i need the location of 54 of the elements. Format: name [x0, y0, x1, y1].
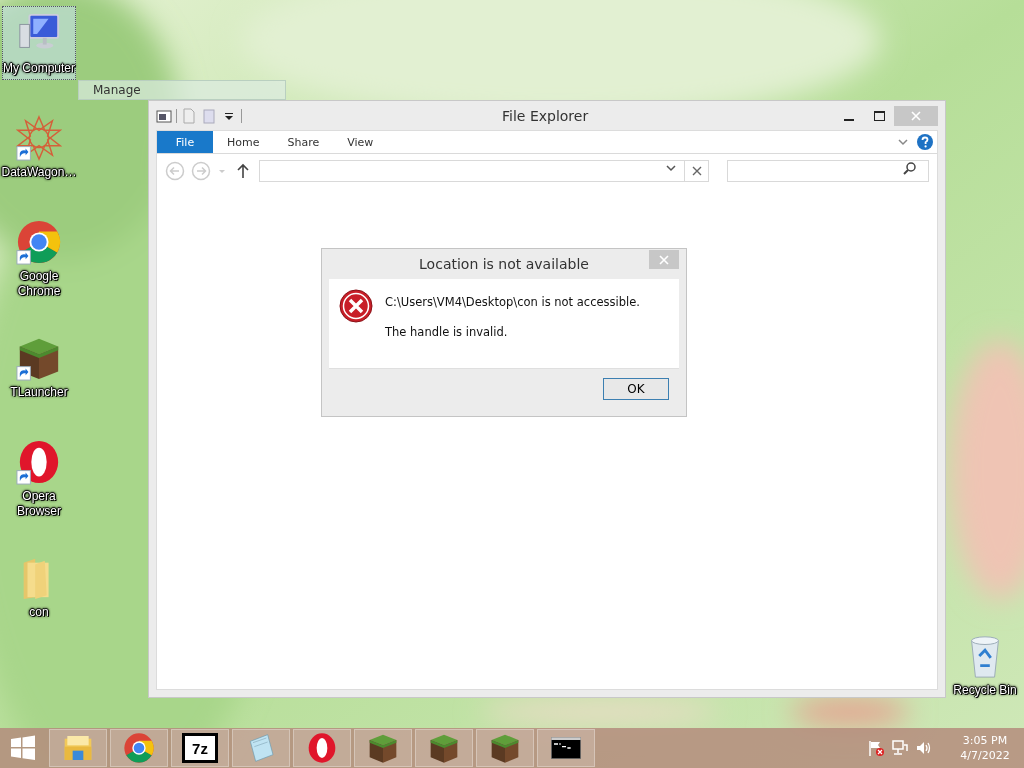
icon-label: Opera Browser	[16, 489, 62, 519]
address-field[interactable]	[259, 160, 685, 182]
manage-tooltip[interactable]: Manage	[78, 80, 286, 100]
close-icon	[911, 110, 921, 121]
icon-label: con	[28, 605, 50, 620]
forward-icon[interactable]	[191, 161, 211, 181]
icon-label: TLauncher	[9, 385, 69, 400]
close-icon	[659, 254, 669, 265]
taskbar-button[interactable]: 7z	[171, 729, 229, 767]
minimize-icon	[844, 118, 854, 121]
archive-logo: 7z	[182, 733, 218, 763]
icon-label: Recycle Bin	[952, 683, 1018, 698]
error-message: C:\Users\VM4\Desktop\con is not accessible.	[385, 295, 640, 309]
window-title: File Explorer	[502, 107, 590, 124]
window-icon[interactable]	[156, 107, 172, 124]
icon-label: DataWagon…	[1, 165, 77, 180]
help-icon[interactable]	[917, 134, 933, 150]
desktop-icon[interactable]: Opera Browser	[2, 434, 76, 520]
grass-block-icon	[367, 732, 399, 764]
clear-button[interactable]	[685, 160, 709, 182]
taskbar-button[interactable]	[415, 729, 473, 767]
dialog-title: Location is not available	[418, 256, 590, 272]
error-detail: The handle is invalid.	[385, 325, 509, 339]
clock-date[interactable]: 4/7/2022	[960, 748, 1010, 763]
file-menu-tab[interactable]: File	[157, 131, 213, 153]
chevron-icon[interactable]	[897, 136, 909, 148]
grass-block-icon	[489, 732, 521, 764]
taskbar-button[interactable]	[476, 729, 534, 767]
circle-logo-icon	[123, 732, 155, 764]
flag-icon[interactable]	[867, 739, 885, 757]
desktop-icon[interactable]: My Computer	[2, 6, 76, 80]
ring-logo-icon	[306, 732, 338, 764]
desktop-icon[interactable]: TLauncher	[2, 330, 76, 404]
maximize-icon	[873, 110, 885, 121]
ok-button[interactable]: OK	[603, 378, 669, 400]
ribbon-tab[interactable]: Home	[213, 131, 274, 153]
icon-label: Google Chrome	[16, 269, 62, 299]
ribbon-tab[interactable]: Share	[273, 131, 334, 153]
error-icon	[339, 289, 373, 323]
desktop-icon[interactable]: con	[2, 550, 76, 624]
back-icon[interactable]	[165, 161, 185, 181]
taskbar-button[interactable]	[537, 729, 595, 767]
clock-time[interactable]: 3:05 PM	[962, 733, 1008, 748]
network-icon[interactable]	[891, 739, 909, 757]
close-button[interactable]	[649, 250, 679, 269]
search-field[interactable]	[727, 160, 929, 182]
windows-logo-icon	[9, 734, 37, 762]
taskbar-button[interactable]	[354, 729, 412, 767]
grass-block-icon	[428, 732, 460, 764]
close-icon	[691, 166, 702, 176]
desktop-icon[interactable]: Google Chrome	[2, 214, 76, 300]
icon-label: My Computer	[3, 61, 75, 76]
ribbon-tab[interactable]: View	[333, 131, 388, 153]
desktop-icon[interactable]: DataWagon…	[2, 110, 76, 184]
